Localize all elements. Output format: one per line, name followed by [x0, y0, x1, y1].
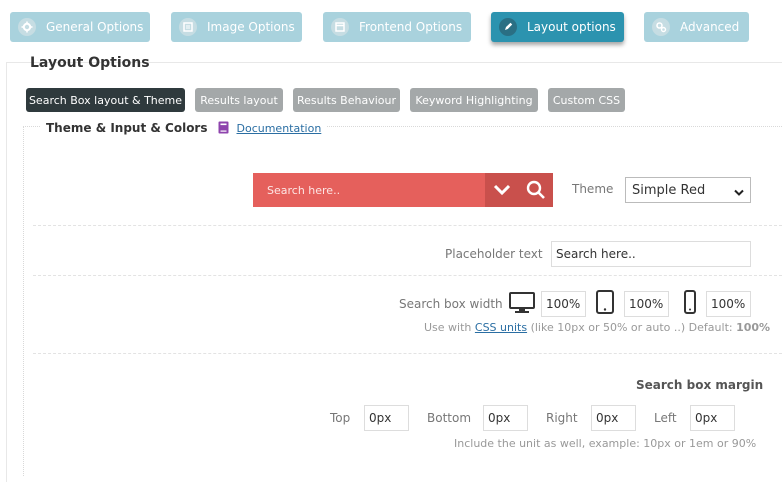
tab-advanced[interactable]: Advanced: [644, 12, 749, 42]
margin-help: Include the unit as well, example: 10px …: [454, 437, 757, 450]
placeholder-text-label: Placeholder text: [445, 247, 543, 261]
tab-label: Frontend Options: [359, 20, 463, 34]
tab-image-options[interactable]: Image Options: [171, 12, 302, 42]
section-title: Layout Options: [30, 55, 150, 71]
subtab-keyword-highlighting[interactable]: Keyword Highlighting: [410, 88, 538, 112]
placeholder-text-input[interactable]: Search here..: [551, 241, 751, 267]
tab-label: Image Options: [207, 20, 295, 34]
divider: [33, 353, 782, 354]
book-icon: [218, 119, 229, 138]
margin-top-input[interactable]: 0px: [364, 405, 409, 431]
search-box-margin-title: Search box margin: [636, 378, 764, 392]
width-help: Use with CSS units (like 10px or 50% or …: [424, 321, 770, 334]
phone-width-input[interactable]: 100%: [706, 291, 751, 317]
image-icon: [179, 18, 197, 36]
css-units-link[interactable]: CSS units: [475, 321, 527, 334]
tab-label: General Options: [46, 20, 144, 34]
tablet-icon: [596, 290, 614, 318]
subtab-results-layout[interactable]: Results layout: [195, 88, 283, 112]
tablet-width-input[interactable]: 100%: [624, 291, 669, 317]
tab-label: Layout options: [527, 20, 616, 34]
gears-icon: [652, 18, 670, 36]
documentation-link[interactable]: Documentation: [237, 122, 322, 135]
margin-bottom-label: Bottom: [427, 411, 472, 425]
legend-text: Theme & Input & Colors: [46, 121, 208, 135]
search-icon[interactable]: [526, 180, 546, 204]
margin-bottom-input[interactable]: 0px: [483, 405, 528, 431]
phone-icon: [684, 290, 696, 318]
subtab-custom-css[interactable]: Custom CSS: [548, 88, 625, 112]
preview-placeholder: Search here..: [267, 184, 341, 197]
theme-label: Theme: [572, 182, 614, 196]
margin-right-label: Right: [546, 411, 578, 425]
divider: [33, 275, 782, 276]
tab-label: Advanced: [680, 20, 740, 34]
fieldset-legend: Theme & Input & Colors Documentation: [40, 118, 328, 138]
desktop-icon: [509, 292, 535, 318]
tab-general-options[interactable]: General Options: [10, 12, 150, 42]
chevron-down-icon: [734, 186, 744, 201]
divider: [33, 225, 782, 226]
width-help-default: 100%: [736, 321, 771, 334]
desktop-width-input[interactable]: 100%: [541, 291, 586, 317]
tab-frontend-options[interactable]: Frontend Options: [323, 12, 471, 42]
pen-icon: [499, 18, 517, 36]
gear-icon: [18, 18, 36, 36]
width-help-suffix: (like 10px or 50% or auto ..) Default:: [530, 321, 733, 334]
window-icon: [331, 18, 349, 36]
preview-buttons: [485, 173, 553, 207]
margin-right-input[interactable]: 0px: [591, 405, 636, 431]
chevron-down-icon[interactable]: [493, 182, 511, 202]
margin-left-label: Left: [654, 411, 677, 425]
subtab-search-box-layout[interactable]: Search Box layout & Theme: [26, 88, 185, 112]
width-help-prefix: Use with: [424, 321, 472, 334]
theme-selected-value: Simple Red: [632, 183, 706, 198]
search-box-width-label: Search box width: [399, 297, 503, 311]
subtab-results-behaviour[interactable]: Results Behaviour: [293, 88, 400, 112]
margin-left-input[interactable]: 0px: [690, 405, 735, 431]
margin-top-label: Top: [330, 411, 351, 425]
search-box-preview: Search here..: [253, 173, 553, 207]
theme-select[interactable]: Simple Red: [625, 177, 751, 203]
tab-layout-options[interactable]: Layout options: [491, 12, 624, 42]
